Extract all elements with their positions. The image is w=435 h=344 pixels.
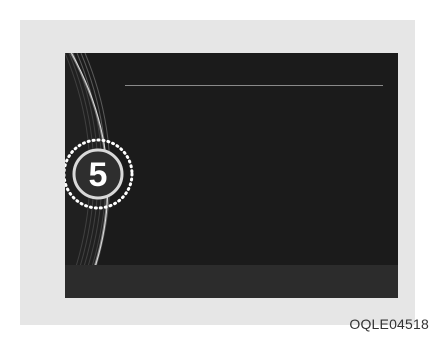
figure-code-caption: OQLE04518	[349, 316, 429, 332]
gear-indicator-icon: 5	[65, 138, 134, 210]
display-bottom-bar	[65, 265, 398, 298]
cluster-display: 5	[65, 53, 398, 298]
gear-indicator-digit: 5	[89, 156, 108, 194]
